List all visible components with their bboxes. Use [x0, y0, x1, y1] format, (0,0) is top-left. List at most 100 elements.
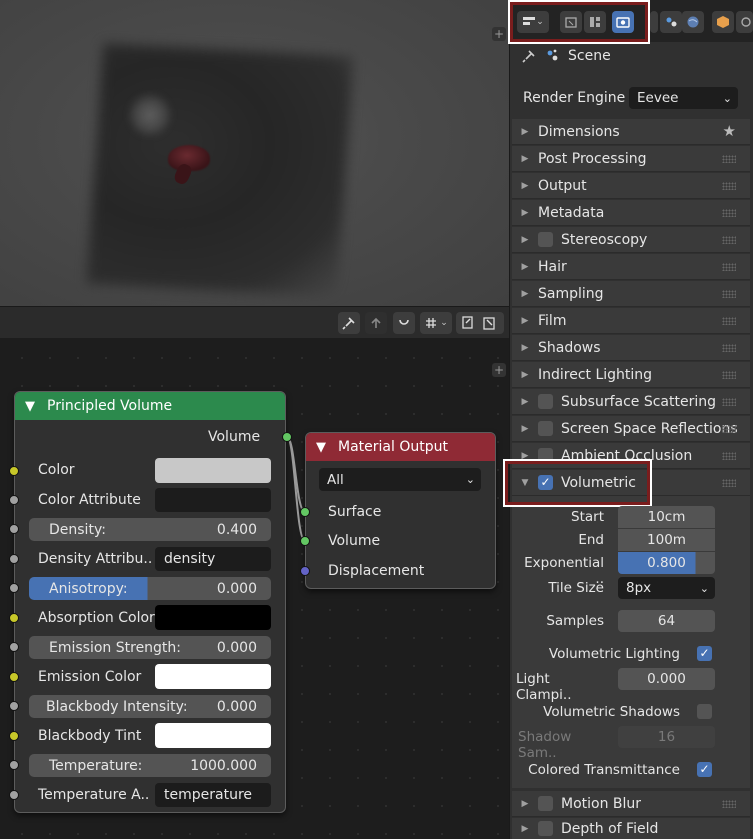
- drag-handle-icon[interactable]: [722, 290, 736, 298]
- panel-metadata[interactable]: ▶ Metadata: [512, 200, 750, 226]
- anisotropy-socket[interactable]: [9, 583, 19, 593]
- color-attribute-field[interactable]: [155, 488, 271, 512]
- color-label: Color: [38, 462, 75, 478]
- shadow-samples-field[interactable]: 16: [618, 726, 715, 748]
- surface-socket[interactable]: [300, 507, 310, 517]
- panel-post-processing[interactable]: ▶ Post Processing: [512, 146, 750, 172]
- absorption-color-socket[interactable]: [9, 613, 19, 623]
- motion-blur-checkbox[interactable]: [538, 796, 553, 811]
- color-attribute-socket[interactable]: [9, 495, 19, 505]
- panel-subsurface-scattering[interactable]: ▶ Subsurface Scattering: [512, 389, 750, 415]
- expand-arrow-icon: ▶: [521, 126, 529, 137]
- drag-handle-icon[interactable]: [722, 479, 736, 487]
- drag-handle-icon[interactable]: [722, 263, 736, 271]
- end-field[interactable]: 100m: [618, 529, 715, 551]
- volumetric-shadows-checkbox[interactable]: [697, 704, 712, 719]
- drag-handle-icon[interactable]: [722, 800, 736, 808]
- drag-handle-icon[interactable]: [722, 182, 736, 190]
- panel-output[interactable]: ▶ Output: [512, 173, 750, 199]
- panel-depth-of-field[interactable]: ▶ Depth of Field: [512, 818, 750, 839]
- dof-checkbox[interactable]: [538, 821, 553, 836]
- absorption-color-swatch[interactable]: [155, 605, 271, 630]
- temperature-field[interactable]: Temperature: 1000.000: [29, 754, 271, 777]
- emission-color-swatch[interactable]: [155, 664, 271, 689]
- panel-sampling[interactable]: ▶ Sampling: [512, 281, 750, 307]
- panel-label: Shadows: [538, 339, 601, 356]
- light-clamp-field[interactable]: 0.000: [618, 668, 715, 690]
- tool-tab-icon[interactable]: [560, 11, 582, 33]
- principled-volume-header[interactable]: ▼ Principled Volume: [15, 392, 285, 420]
- expand-arrow-icon: ▶: [521, 207, 529, 218]
- modifiers-tab-icon[interactable]: [736, 11, 753, 33]
- drag-handle-icon[interactable]: [722, 317, 736, 325]
- color-swatch[interactable]: [155, 458, 271, 483]
- expand-arrow-icon: ▶: [521, 315, 529, 326]
- density-socket[interactable]: [9, 524, 19, 534]
- collapse-triangle-icon[interactable]: ▼: [316, 440, 326, 455]
- drag-handle-icon[interactable]: [722, 236, 736, 244]
- emission-color-socket[interactable]: [9, 672, 19, 682]
- anisotropy-field[interactable]: Anisotropy: 0.000: [29, 577, 271, 600]
- blackbody-intensity-field[interactable]: Blackbody Intensity: 0.000: [29, 695, 271, 718]
- panel-screen-space-reflections[interactable]: ▶ Screen Space Reflections: [512, 416, 750, 442]
- expand-arrow-icon: ▶: [521, 261, 529, 272]
- target-dropdown[interactable]: All ⌄: [319, 468, 481, 491]
- volumetric-lighting-checkbox[interactable]: ✓: [697, 646, 712, 661]
- density-field[interactable]: Density: 0.400: [29, 518, 271, 541]
- principled-volume-node[interactable]: ▼ Principled Volume: [14, 391, 286, 813]
- panel-hair[interactable]: ▶ Hair: [512, 254, 750, 280]
- panel-dimensions[interactable]: ▶ Dimensions ★: [512, 119, 750, 145]
- stereoscopy-checkbox[interactable]: [538, 232, 553, 247]
- exponential-field[interactable]: 0.800: [618, 552, 715, 574]
- temperature-attribute-field[interactable]: temperature: [155, 783, 271, 807]
- panel-stereoscopy[interactable]: ▶ Stereoscopy: [512, 227, 750, 253]
- expand-arrow-icon: ▶: [521, 823, 529, 834]
- panel-shadows[interactable]: ▶ Shadows: [512, 335, 750, 361]
- emission-strength-socket[interactable]: [9, 642, 19, 652]
- panel-label: Sampling: [538, 285, 604, 302]
- blackbody-tint-socket[interactable]: [9, 731, 19, 741]
- sss-checkbox[interactable]: [538, 394, 553, 409]
- panel-motion-blur[interactable]: ▶ Motion Blur: [512, 791, 750, 817]
- output-volume-socket[interactable]: [282, 432, 292, 442]
- drag-handle-icon[interactable]: [722, 398, 736, 406]
- world-tab-icon[interactable]: [682, 11, 704, 33]
- preset-star-icon[interactable]: ★: [723, 122, 736, 140]
- object-tab-icon[interactable]: [712, 11, 734, 33]
- drag-handle-icon[interactable]: [722, 155, 736, 163]
- density-attribute-field[interactable]: density: [155, 547, 271, 571]
- drag-handle-icon[interactable]: [722, 452, 736, 460]
- drag-handle-icon[interactable]: [722, 209, 736, 217]
- render-engine-label: Render Engine: [523, 90, 626, 106]
- blackbody-intensity-socket[interactable]: [9, 701, 19, 711]
- output-tab-icon[interactable]: [650, 11, 658, 33]
- drag-handle-icon[interactable]: [722, 371, 736, 379]
- render-tab-icon[interactable]: [612, 11, 634, 33]
- panel-indirect-lighting[interactable]: ▶ Indirect Lighting: [512, 362, 750, 388]
- panel-label: Subsurface Scattering: [561, 393, 716, 410]
- render-engine-dropdown[interactable]: Eevee ⌄: [629, 87, 738, 109]
- blackbody-tint-swatch[interactable]: [155, 723, 271, 748]
- material-output-header[interactable]: ▼ Material Output: [306, 433, 495, 461]
- panel-film[interactable]: ▶ Film: [512, 308, 750, 334]
- pin-icon[interactable]: [522, 49, 536, 67]
- drag-handle-icon[interactable]: [722, 425, 736, 433]
- colored-transmittance-checkbox[interactable]: ✓: [697, 762, 712, 777]
- volume-socket[interactable]: [300, 536, 310, 546]
- temperature-attribute-socket[interactable]: [9, 790, 19, 800]
- collapse-triangle-icon[interactable]: ▼: [25, 399, 35, 414]
- samples-field[interactable]: 64: [618, 610, 715, 632]
- density-value: 0.400: [216, 521, 257, 538]
- ssr-checkbox[interactable]: [538, 421, 553, 436]
- emission-strength-field[interactable]: Emission Strength: 0.000: [29, 636, 271, 659]
- tile-size-dropdown[interactable]: 8px ⌄: [618, 577, 715, 599]
- scene-tab-icon[interactable]: [660, 11, 682, 33]
- color-socket[interactable]: [9, 466, 19, 476]
- density-attribute-socket[interactable]: [9, 554, 19, 564]
- start-field[interactable]: 10cm: [618, 506, 715, 528]
- drag-handle-icon[interactable]: [722, 344, 736, 352]
- displacement-socket[interactable]: [300, 566, 310, 576]
- render-layers-tab-icon[interactable]: [584, 11, 606, 33]
- editor-type-dropdown[interactable]: ⌄: [517, 11, 549, 33]
- temperature-socket[interactable]: [9, 760, 19, 770]
